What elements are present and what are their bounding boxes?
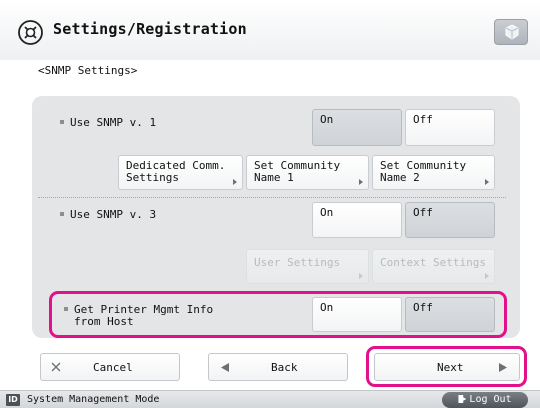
bullet-icon [60, 120, 64, 124]
status-bar: ID System Management Mode Log Out [0, 390, 540, 408]
cancel-label: Cancel [93, 361, 133, 374]
snmp-v1-on-button[interactable]: On [312, 109, 402, 146]
log-out-button[interactable]: Log Out [442, 392, 528, 408]
snmp-v3-label-text: Use SNMP v. 3 [70, 208, 157, 221]
snmp-v1-label: Use SNMP v. 1 [60, 117, 156, 129]
status-mode-text: System Management Mode [27, 394, 160, 405]
snmp-v3-off-button[interactable]: Off [405, 202, 495, 238]
submenu-arrow-icon [233, 179, 237, 185]
snmp-v1-label-text: Use SNMP v. 1 [70, 116, 157, 129]
highlight-frame-next [366, 346, 527, 387]
dedicated-comm-line2: Settings [126, 171, 179, 184]
dedicated-comm-settings-button[interactable]: Dedicated Comm. Settings [118, 155, 243, 190]
snmp-v3-label: Use SNMP v. 3 [60, 209, 156, 221]
community1-line2: Name 1 [254, 171, 294, 184]
snmp-v3-off-label: Off [413, 206, 433, 219]
triangle-left-icon [221, 363, 229, 372]
title-bar: Settings/Registration [0, 0, 540, 60]
cancel-button[interactable]: Cancel [40, 353, 180, 381]
submenu-arrow-icon [485, 273, 489, 279]
snmp-v1-off-button[interactable]: Off [405, 109, 495, 146]
printer-mgmt-off-label: Off [413, 301, 433, 314]
context-settings-button[interactable]: Context Settings [372, 249, 495, 284]
context-settings-label: Context Settings [380, 256, 486, 269]
snmp-v3-on-button[interactable]: On [312, 202, 402, 238]
log-out-label: Log Out [469, 394, 512, 405]
printer-mgmt-on-label: On [320, 301, 334, 314]
snmp-v1-off-label: Off [413, 113, 433, 126]
page-title: Settings/Registration [53, 20, 247, 38]
bullet-icon [60, 212, 64, 216]
logout-icon [458, 395, 467, 403]
settings-registration-icon [18, 20, 43, 45]
close-icon [51, 362, 61, 372]
set-community-name-1-button[interactable]: Set Community Name 1 [246, 155, 369, 190]
snmp-v3-on-label: On [320, 206, 334, 219]
submenu-arrow-icon [485, 179, 489, 185]
snmp-v1-on-label: On [320, 113, 334, 126]
submenu-arrow-icon [359, 273, 363, 279]
back-label: Back [271, 361, 298, 374]
system-management-icon: ID [6, 394, 20, 406]
printer-mgmt-label: Get Printer Mgmt Info from Host [64, 304, 213, 328]
set-community-name-2-button[interactable]: Set Community Name 2 [372, 155, 495, 190]
corner-button[interactable] [494, 19, 528, 45]
section-subtitle: <SNMP Settings> [38, 64, 138, 77]
divider [38, 197, 506, 198]
bullet-icon [64, 307, 68, 311]
user-settings-button[interactable]: User Settings [246, 249, 369, 284]
printer-mgmt-on-button[interactable]: On [312, 297, 402, 332]
submenu-arrow-icon [359, 179, 363, 185]
community2-line2: Name 2 [380, 171, 420, 184]
printer-mgmt-label-line2: from Host [74, 315, 134, 328]
user-settings-label: User Settings [254, 256, 341, 269]
printer-mgmt-off-button[interactable]: Off [405, 297, 495, 332]
back-button[interactable]: Back [208, 353, 348, 381]
cube-icon [505, 24, 519, 40]
